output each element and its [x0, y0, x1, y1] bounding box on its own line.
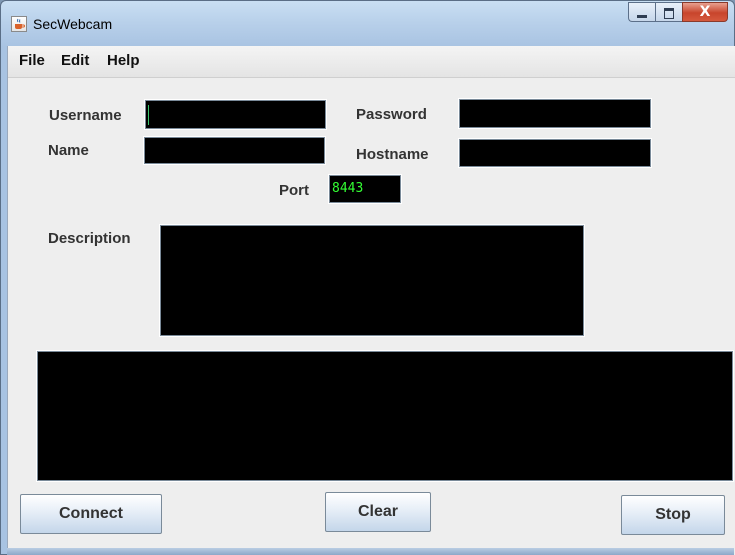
java-cup-icon[interactable]: [11, 16, 27, 32]
username-field[interactable]: [144, 99, 327, 130]
stop-button[interactable]: Stop: [621, 495, 725, 535]
password-field[interactable]: [458, 98, 652, 129]
menu-bar: File Edit Help: [8, 46, 735, 78]
log-output-area[interactable]: [36, 350, 734, 482]
name-label: Name: [48, 142, 89, 159]
description-label: Description: [48, 230, 131, 247]
port-label: Port: [279, 182, 309, 199]
menu-file[interactable]: File: [19, 52, 45, 69]
hostname-field[interactable]: [458, 138, 652, 168]
close-button[interactable]: [682, 2, 728, 22]
connect-button[interactable]: Connect: [20, 494, 162, 534]
text-caret: [148, 105, 149, 125]
hostname-label: Hostname: [356, 146, 429, 163]
username-label: Username: [49, 107, 122, 124]
content-panel: File Edit Help Username Password Name Ho…: [7, 46, 735, 555]
description-area[interactable]: [159, 224, 585, 337]
name-field[interactable]: [143, 136, 326, 165]
clear-button[interactable]: Clear: [325, 492, 431, 532]
window-bottom-border: [7, 548, 734, 555]
password-label: Password: [356, 106, 427, 123]
maximize-button[interactable]: [655, 2, 682, 22]
minimize-button[interactable]: [628, 2, 655, 22]
port-field[interactable]: 8443: [328, 174, 402, 204]
window-controls: [628, 2, 728, 22]
menu-help[interactable]: Help: [107, 52, 140, 69]
window-title: SecWebcam: [33, 16, 113, 32]
title-bar[interactable]: SecWebcam: [1, 1, 734, 47]
menu-edit[interactable]: Edit: [61, 52, 89, 69]
